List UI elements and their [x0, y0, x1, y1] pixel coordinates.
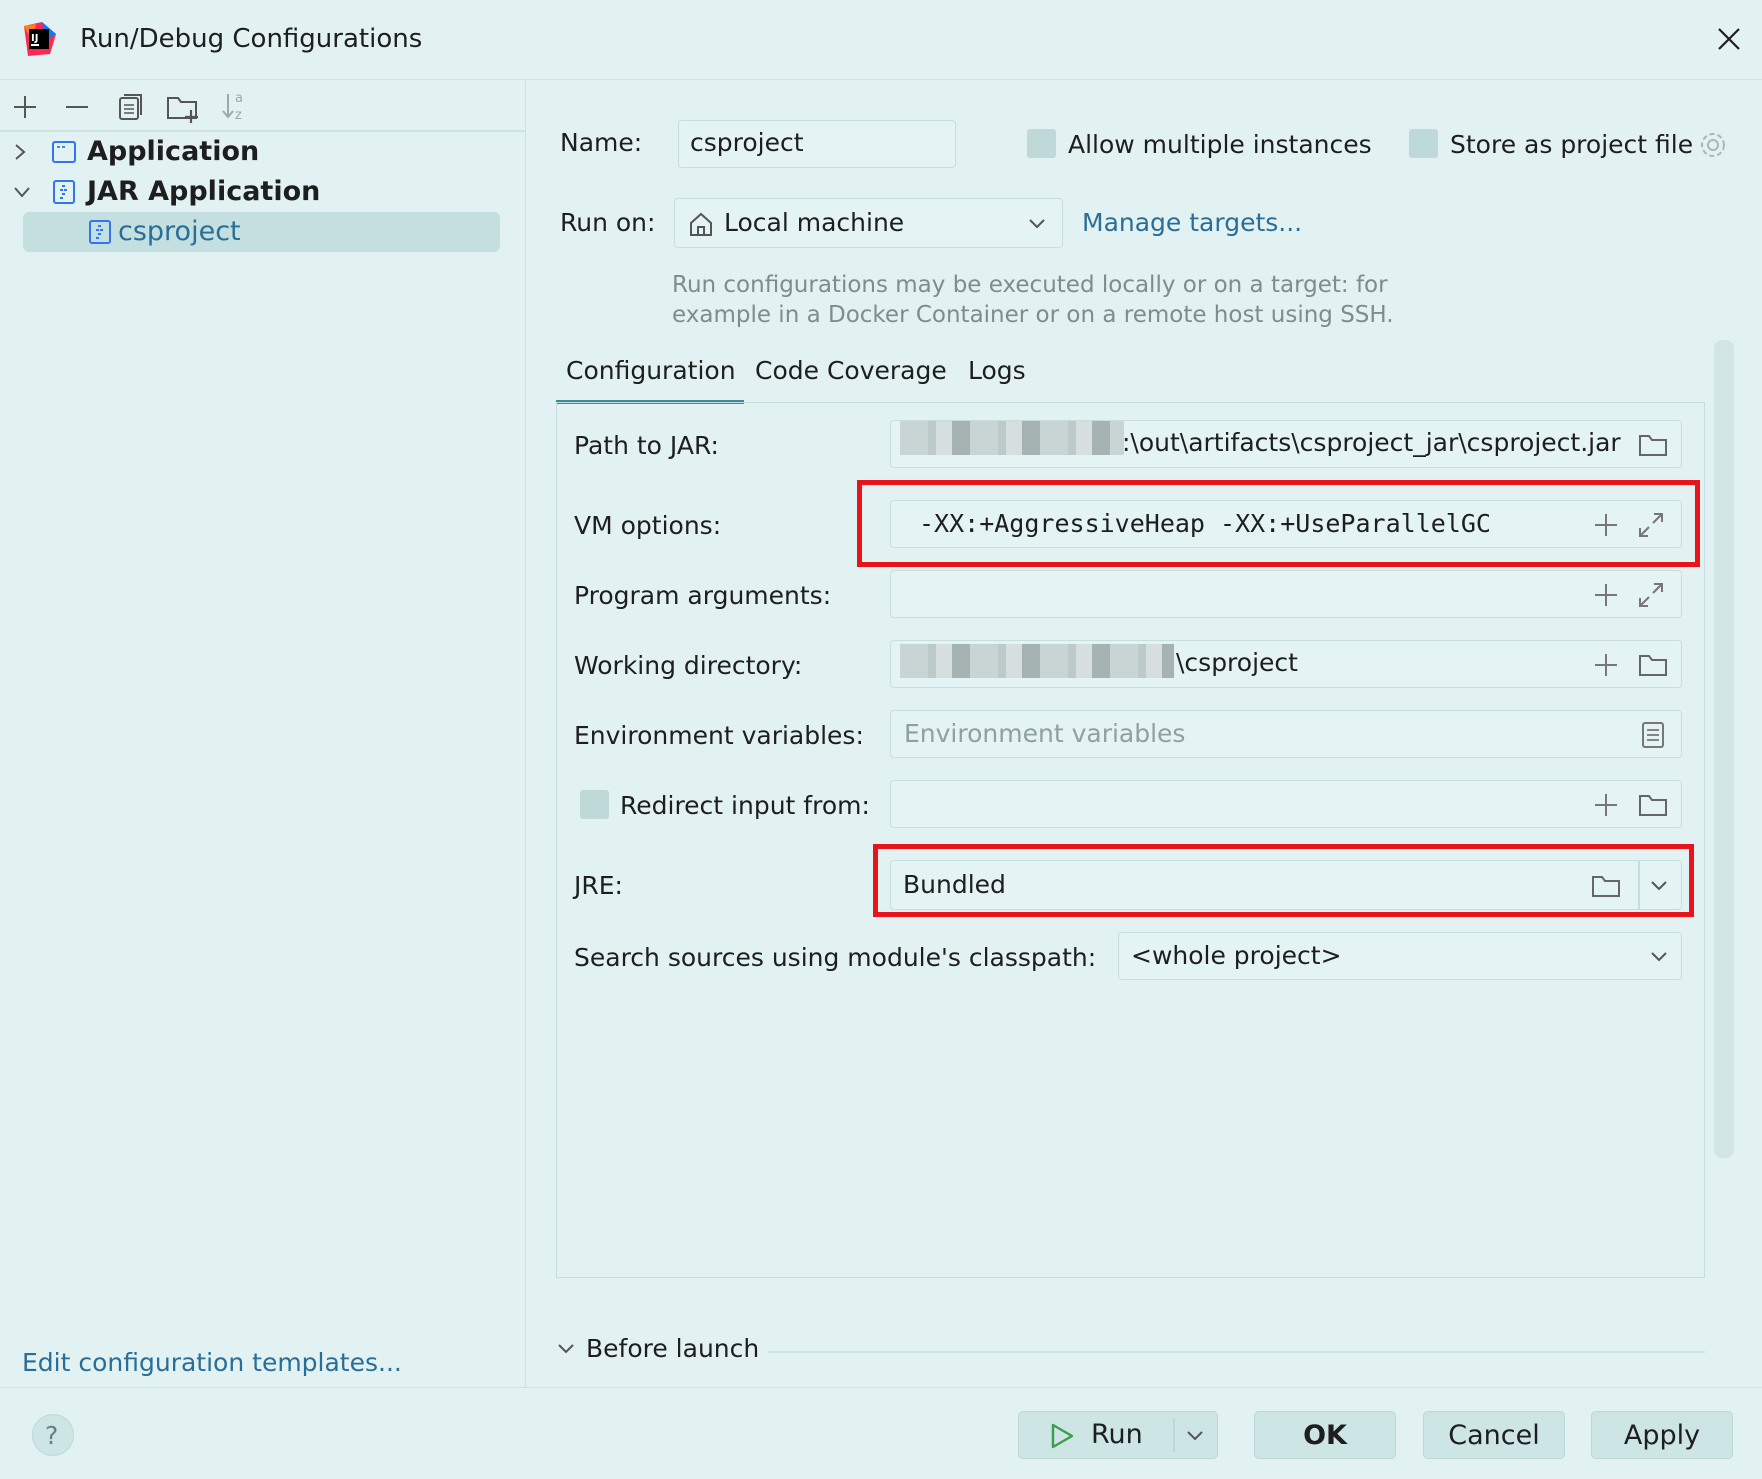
path-to-jar-field[interactable]: :\out\artifacts\csproject_jar\csproject.… — [890, 420, 1682, 468]
search-sources-value: <whole project> — [1131, 941, 1342, 970]
jar-icon — [51, 179, 77, 205]
new-folder-icon[interactable] — [166, 92, 200, 124]
before-launch-label[interactable]: Before launch — [586, 1334, 759, 1363]
search-sources-dropdown[interactable]: <whole project> — [1118, 932, 1682, 980]
vm-options-label: VM options: — [574, 511, 722, 540]
search-sources-label: Search sources using module's classpath: — [574, 943, 1097, 972]
tree-item-application[interactable]: Application — [0, 132, 526, 172]
env-vars-placeholder: Environment variables — [904, 719, 1186, 748]
edit-templates-link[interactable]: Edit configuration templates... — [22, 1348, 402, 1377]
apply-button[interactable]: Apply — [1591, 1411, 1733, 1459]
chevron-down-icon[interactable] — [12, 184, 32, 200]
tree-item-label: csproject — [118, 216, 241, 247]
run-on-dropdown[interactable]: Local machine — [674, 198, 1063, 248]
store-project-label[interactable]: Store as project file — [1450, 130, 1693, 159]
ok-button[interactable]: OK — [1254, 1411, 1396, 1459]
name-field[interactable]: csproject — [678, 120, 956, 168]
redacted-path — [900, 644, 1174, 678]
highlight-box — [873, 844, 1694, 917]
redirect-input-label[interactable]: Redirect input from: — [620, 791, 870, 820]
folder-icon[interactable] — [1638, 433, 1668, 457]
help-button[interactable]: ? — [32, 1414, 74, 1456]
svg-text:IJ: IJ — [31, 33, 38, 44]
play-icon — [1049, 1422, 1075, 1450]
sort-icon[interactable]: az — [220, 88, 250, 122]
run-on-value: Local machine — [724, 208, 905, 237]
tree-item-label: Application — [87, 136, 260, 167]
cancel-button[interactable]: Cancel — [1423, 1411, 1565, 1459]
home-icon — [687, 210, 715, 238]
chevron-down-icon — [1027, 216, 1047, 232]
tab-logs[interactable]: Logs — [968, 356, 1026, 385]
manage-targets-link[interactable]: Manage targets... — [1082, 208, 1302, 237]
tab-configuration[interactable]: Configuration — [556, 350, 744, 404]
document-icon[interactable] — [1641, 721, 1665, 749]
scrollbar[interactable] — [1714, 340, 1734, 1158]
tree-item-label: JAR Application — [87, 176, 321, 207]
remove-icon[interactable] — [63, 93, 91, 121]
run-on-label: Run on: — [560, 208, 656, 237]
working-dir-field[interactable]: \csproject — [890, 640, 1682, 688]
intellij-logo-icon: IJ — [22, 22, 56, 56]
add-icon[interactable] — [1593, 652, 1619, 678]
chevron-down-icon — [1649, 949, 1669, 965]
allow-multiple-label[interactable]: Allow multiple instances — [1068, 130, 1372, 159]
expand-icon[interactable] — [1637, 581, 1665, 609]
run-on-hint: Run configurations may be executed local… — [672, 272, 1388, 298]
jar-icon — [87, 219, 113, 245]
tab-code-coverage[interactable]: Code Coverage — [755, 356, 947, 385]
path-to-jar-label: Path to JAR: — [574, 431, 719, 460]
redirect-input-field[interactable] — [890, 780, 1682, 828]
redacted-path — [900, 421, 1124, 455]
application-icon — [51, 139, 77, 165]
tree-item-csproject[interactable]: csproject — [23, 212, 500, 252]
highlight-box — [857, 480, 1700, 567]
copy-icon[interactable] — [116, 92, 144, 122]
jre-label: JRE: — [574, 871, 623, 900]
run-on-hint: example in a Docker Container or on a re… — [672, 302, 1394, 328]
add-icon[interactable] — [1593, 792, 1619, 818]
working-dir-label: Working directory: — [574, 651, 803, 680]
working-dir-value: \csproject — [1176, 648, 1298, 677]
gear-icon[interactable] — [1698, 130, 1728, 160]
sidebar: az Application JAR Application csproject… — [0, 80, 526, 1387]
close-icon[interactable] — [1716, 26, 1742, 52]
folder-icon[interactable] — [1638, 653, 1668, 677]
footer: ? Run OK Cancel Apply — [0, 1387, 1762, 1479]
redirect-input-checkbox[interactable] — [580, 790, 609, 819]
run-button[interactable]: Run — [1018, 1411, 1218, 1459]
chevron-down-icon[interactable] — [556, 1341, 576, 1357]
svg-text:z: z — [235, 108, 242, 122]
tree-item-jar-application[interactable]: JAR Application — [0, 172, 526, 212]
run-label: Run — [1091, 1419, 1143, 1450]
before-launch-divider — [768, 1351, 1705, 1353]
window-title: Run/Debug Configurations — [80, 24, 423, 54]
env-vars-field[interactable]: Environment variables — [890, 710, 1682, 758]
chevron-down-icon[interactable] — [1185, 1428, 1205, 1444]
store-project-checkbox[interactable] — [1409, 129, 1438, 158]
svg-text:a: a — [235, 91, 243, 106]
run-split-divider — [1173, 1418, 1175, 1452]
tab-label: Configuration — [566, 356, 736, 385]
allow-multiple-checkbox[interactable] — [1027, 129, 1056, 158]
name-value: csproject — [690, 128, 804, 157]
add-icon[interactable] — [1593, 582, 1619, 608]
program-args-field[interactable] — [890, 570, 1682, 618]
path-to-jar-value: :\out\artifacts\csproject_jar\csproject.… — [1122, 428, 1621, 457]
help-label: ? — [45, 1421, 59, 1450]
title-bar: IJ Run/Debug Configurations — [0, 0, 1762, 80]
program-args-label: Program arguments: — [574, 581, 832, 610]
add-icon[interactable] — [11, 93, 39, 121]
env-vars-label: Environment variables: — [574, 721, 864, 750]
folder-icon[interactable] — [1638, 793, 1668, 817]
name-label: Name: — [560, 128, 643, 157]
chevron-right-icon[interactable] — [12, 142, 28, 162]
